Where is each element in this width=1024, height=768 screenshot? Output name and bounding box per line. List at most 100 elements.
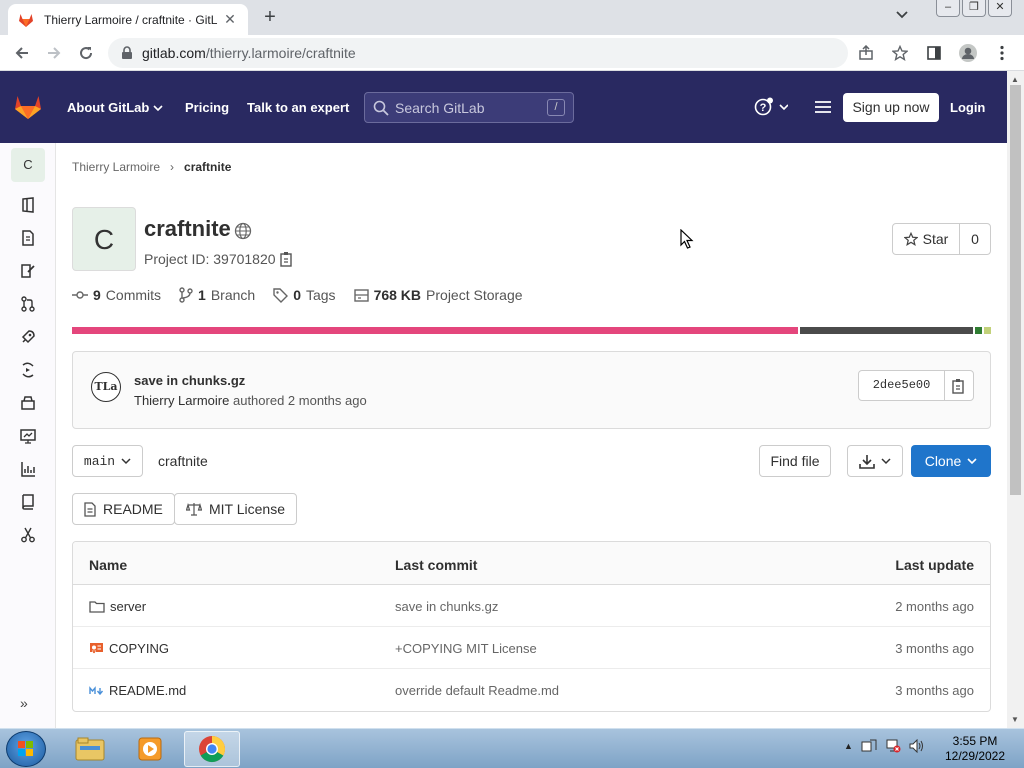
network-icon[interactable]: [885, 739, 901, 753]
chevron-down-icon: [121, 457, 131, 464]
copy-sha-icon[interactable]: [945, 371, 973, 400]
action-center-icon[interactable]: [861, 739, 877, 753]
share-icon[interactable]: [852, 38, 880, 68]
scale-icon: [186, 502, 202, 516]
license-link[interactable]: MIT License: [174, 493, 297, 525]
pricing-link[interactable]: Pricing: [185, 100, 229, 115]
copy-project-id-icon[interactable]: [280, 251, 294, 267]
repo-path-link[interactable]: craftnite: [158, 453, 208, 469]
file-updated-time: 3 months ago: [895, 683, 974, 698]
system-tray: ▲: [844, 739, 925, 753]
repository-languages-bar[interactable]: [72, 327, 991, 334]
breadcrumb-project-link[interactable]: craftnite: [184, 160, 231, 174]
file-explorer-taskbar-icon[interactable]: [62, 731, 118, 767]
reload-icon[interactable]: [70, 37, 102, 69]
browser-menu-icon[interactable]: [988, 38, 1016, 68]
sidebar-project-avatar[interactable]: C: [11, 148, 45, 182]
language-segment[interactable]: [798, 327, 973, 334]
tags-stat[interactable]: 0 Tags: [273, 287, 336, 303]
commit-sha-link[interactable]: 2dee5e00: [859, 371, 945, 400]
commits-stat[interactable]: 9 Commits: [72, 287, 161, 303]
volume-icon[interactable]: [909, 739, 925, 753]
license-file-icon: [90, 643, 103, 655]
breadcrumb-separator: ›: [170, 160, 175, 174]
search-input[interactable]: Search GitLab /: [364, 92, 574, 123]
table-row[interactable]: README.md override default Readme.md 3 m…: [73, 669, 990, 711]
file-tree-table: Name Last commit Last update server save…: [72, 541, 991, 712]
commit-title-link[interactable]: save in chunks.gz: [134, 373, 245, 388]
breadcrumb-owner-link[interactable]: Thierry Larmoire: [72, 160, 160, 174]
readme-link[interactable]: README: [72, 493, 175, 525]
table-row[interactable]: server save in chunks.gz 2 months ago: [73, 585, 990, 627]
branch-selector[interactable]: main: [72, 445, 143, 477]
new-tab-button[interactable]: +: [258, 6, 282, 30]
scroll-up-arrow-icon[interactable]: ▲: [1011, 75, 1019, 84]
file-commit-link[interactable]: override default Readme.md: [395, 683, 559, 698]
language-segment[interactable]: [972, 327, 982, 334]
star-count[interactable]: 0: [960, 224, 990, 254]
commit-author-link[interactable]: Thierry Larmoire: [134, 393, 229, 408]
deployments-icon[interactable]: [19, 361, 37, 379]
help-menu-icon[interactable]: ?: [754, 97, 789, 120]
packages-icon[interactable]: [19, 394, 37, 412]
media-player-taskbar-icon[interactable]: [122, 731, 178, 767]
login-link[interactable]: Login: [950, 100, 985, 115]
lock-icon: [122, 46, 132, 59]
author-avatar[interactable]: TLa: [91, 372, 121, 402]
file-name-link[interactable]: README.md: [89, 683, 186, 698]
restore-window-button[interactable]: ❐: [962, 0, 986, 17]
project-overview-icon[interactable]: [19, 196, 37, 214]
wiki-icon[interactable]: [19, 493, 37, 511]
about-gitlab-link[interactable]: About GitLab: [67, 100, 163, 115]
table-row[interactable]: COPYING +COPYING MIT License 3 months ag…: [73, 627, 990, 669]
storage-stat[interactable]: 768 KB Project Storage: [353, 287, 523, 303]
expand-sidebar-icon[interactable]: »: [20, 695, 28, 711]
tab-search-icon[interactable]: [896, 8, 908, 22]
scrollbar-thumb[interactable]: [1010, 85, 1021, 495]
taskbar-clock[interactable]: 3:55 PM 12/29/2022: [940, 734, 1010, 764]
last-commit-panel: TLa save in chunks.gz Thierry Larmoire a…: [72, 351, 991, 429]
hamburger-menu-icon[interactable]: [814, 100, 832, 117]
browser-tab[interactable]: Thierry Larmoire / craftnite · GitL ✕: [8, 4, 248, 35]
analytics-icon[interactable]: [19, 460, 37, 478]
file-updated-time: 2 months ago: [895, 599, 974, 614]
language-segment[interactable]: [72, 327, 798, 334]
gitlab-logo-icon[interactable]: [14, 93, 42, 120]
scroll-down-arrow-icon[interactable]: ▼: [1011, 715, 1019, 724]
close-window-button[interactable]: ✕: [988, 0, 1012, 17]
talk-to-expert-link[interactable]: Talk to an expert: [247, 100, 349, 115]
snippets-scissors-icon[interactable]: [19, 526, 37, 544]
star-button[interactable]: Star 0: [892, 223, 991, 255]
branches-stat[interactable]: 1 Branch: [179, 287, 255, 303]
address-bar[interactable]: gitlab.com/thierry.larmoire/craftnite: [108, 38, 848, 68]
profile-avatar-icon[interactable]: [954, 38, 982, 68]
header-last-update: Last update: [895, 557, 974, 573]
file-commit-link[interactable]: +COPYING MIT License: [395, 641, 537, 656]
bookmark-star-icon[interactable]: [886, 38, 914, 68]
language-segment[interactable]: [981, 327, 991, 334]
clone-button[interactable]: Clone: [911, 445, 991, 477]
chrome-taskbar-icon[interactable]: [184, 731, 240, 767]
download-button[interactable]: [847, 445, 903, 477]
back-arrow-icon[interactable]: [6, 37, 38, 69]
monitor-icon[interactable]: [19, 427, 37, 445]
windows-logo-icon: [18, 741, 33, 756]
repository-icon[interactable]: [19, 229, 37, 247]
file-updated-time: 3 months ago: [895, 641, 974, 656]
page-scrollbar[interactable]: ▲ ▼: [1007, 71, 1024, 728]
gitlab-top-nav: About GitLab Pricing Talk to an expert S…: [0, 71, 1007, 143]
file-name-link[interactable]: server: [89, 599, 146, 614]
find-file-button[interactable]: Find file: [759, 445, 831, 477]
ci-cd-rocket-icon[interactable]: [19, 328, 37, 346]
forward-arrow-icon[interactable]: [38, 37, 70, 69]
close-tab-icon[interactable]: ✕: [222, 11, 238, 28]
issues-icon[interactable]: [19, 262, 37, 280]
side-panel-icon[interactable]: [920, 38, 948, 68]
minimize-window-button[interactable]: –: [936, 0, 960, 17]
start-button[interactable]: [6, 731, 46, 767]
show-hidden-icons-icon[interactable]: ▲: [844, 741, 853, 751]
merge-requests-icon[interactable]: [19, 295, 37, 313]
file-name-link[interactable]: COPYING: [89, 641, 169, 656]
file-commit-link[interactable]: save in chunks.gz: [395, 599, 498, 614]
sign-up-button[interactable]: Sign up now: [843, 93, 939, 122]
